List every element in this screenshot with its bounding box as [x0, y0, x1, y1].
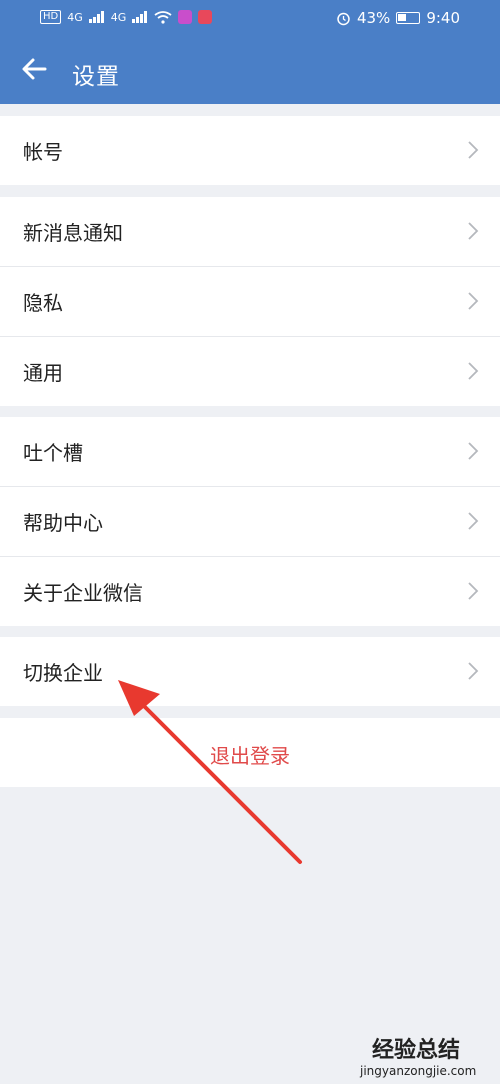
settings-item-label: 新消息通知 [23, 221, 123, 245]
settings-group-account: 帐号 [0, 116, 500, 185]
logout-label: 退出登录 [210, 744, 290, 768]
book-notification-icon [198, 10, 213, 24]
settings-item-label: 关于企业微信 [23, 581, 143, 605]
chevron-right-icon [468, 442, 479, 460]
chevron-right-icon [468, 141, 479, 159]
settings-item-account[interactable]: 帐号 [0, 116, 500, 185]
signal-4g-label-2: 4G [110, 10, 127, 24]
settings-item-switch-enterprise[interactable]: 切换企业 [0, 637, 500, 706]
settings-item-label: 通用 [23, 361, 63, 385]
page-title: 设置 [72, 64, 120, 90]
settings-group-support: 吐个槽 帮助中心 关于企业微信 [0, 417, 500, 626]
status-bar: HD 4G 4G 43% 9:40 [0, 0, 500, 38]
settings-item-label: 隐私 [23, 291, 63, 315]
title-bar: 设置 [0, 38, 500, 104]
settings-item-label: 切换企业 [23, 661, 103, 685]
arrow-left-icon[interactable] [20, 55, 48, 83]
app-notification-icon [178, 10, 193, 24]
settings-item-label: 帐号 [23, 140, 63, 164]
chevron-right-icon [468, 362, 479, 380]
settings-group-general: 新消息通知 隐私 通用 [0, 197, 500, 406]
chevron-right-icon [468, 662, 479, 680]
watermark-title: 经验总结 [372, 1038, 461, 1063]
settings-item-label: 帮助中心 [23, 511, 103, 535]
chevron-right-icon [468, 512, 479, 530]
chevron-right-icon [468, 582, 479, 600]
chevron-right-icon [468, 292, 479, 310]
signal-4g-label: 4G [67, 10, 83, 24]
settings-item-general[interactable]: 通用 [0, 337, 500, 406]
settings-item-about[interactable]: 关于企业微信 [0, 557, 500, 626]
signal-bars-icon-2 [132, 11, 148, 23]
hd-badge: HD [40, 10, 62, 24]
logout-button[interactable]: 退出登录 [0, 718, 500, 787]
settings-item-notifications[interactable]: 新消息通知 [0, 197, 500, 267]
battery-percent: 43% [356, 9, 391, 27]
wifi-icon [154, 10, 172, 24]
settings-item-feedback[interactable]: 吐个槽 [0, 417, 500, 487]
watermark-url: jingyanzongjie.com [360, 1064, 477, 1078]
chevron-right-icon [468, 222, 479, 240]
alarm-icon [337, 12, 350, 25]
clock-time: 9:40 [426, 9, 460, 27]
settings-item-help-center[interactable]: 帮助中心 [0, 487, 500, 557]
battery-icon [396, 12, 421, 24]
status-left: HD 4G 4G [40, 10, 213, 24]
settings-item-privacy[interactable]: 隐私 [0, 267, 500, 337]
settings-group-switch: 切换企业 [0, 637, 500, 706]
signal-bars-icon [88, 11, 104, 23]
settings-item-label: 吐个槽 [23, 441, 83, 465]
status-right: 43% 9:40 [336, 9, 460, 27]
